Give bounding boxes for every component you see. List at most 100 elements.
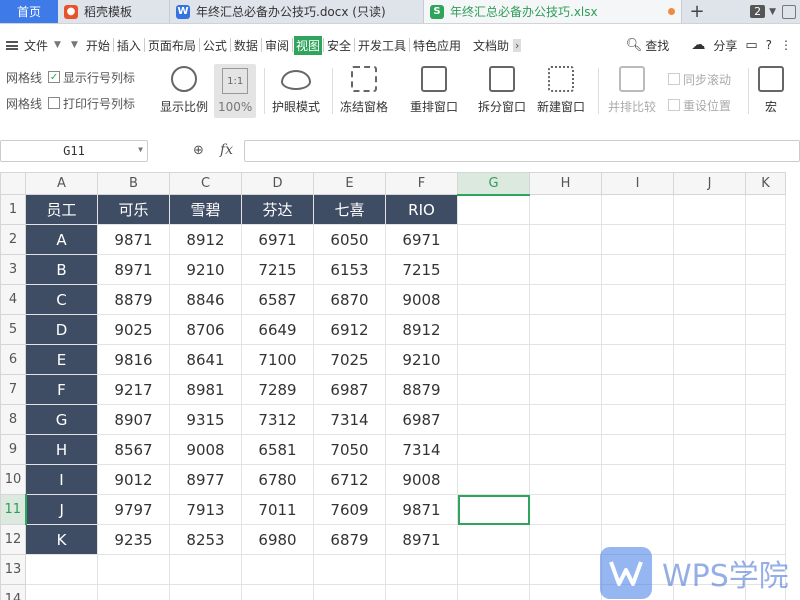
row-header[interactable]: 12 xyxy=(0,524,26,555)
table-cell[interactable]: 6870 xyxy=(313,284,386,315)
empty-cell[interactable] xyxy=(601,194,674,225)
help-button[interactable]: ? xyxy=(766,38,772,52)
sync-scroll-button[interactable]: 同步滚动 xyxy=(668,70,731,88)
formula-input[interactable] xyxy=(244,140,800,162)
menu-view[interactable]: 视图 xyxy=(293,35,322,55)
window-restore-icon[interactable] xyxy=(782,4,796,19)
table-header-cell[interactable]: 七喜 xyxy=(313,194,386,225)
table-cell[interactable]: 6987 xyxy=(385,404,458,435)
row-header[interactable]: 6 xyxy=(0,344,26,375)
empty-cell[interactable] xyxy=(385,584,458,600)
empty-cell[interactable] xyxy=(601,254,674,285)
column-header[interactable]: B xyxy=(97,172,170,195)
empty-cell[interactable] xyxy=(601,404,674,435)
table-header-cell[interactable]: RIO xyxy=(385,194,458,225)
empty-cell[interactable] xyxy=(601,434,674,465)
menu-formulas[interactable]: 公式 xyxy=(201,37,229,54)
empty-cell[interactable] xyxy=(673,314,746,345)
table-header-cell[interactable]: 员工 xyxy=(25,194,98,225)
column-header[interactable]: I xyxy=(601,172,674,195)
table-cell[interactable]: 9871 xyxy=(385,494,458,525)
table-cell[interactable]: 7050 xyxy=(313,434,386,465)
empty-cell[interactable] xyxy=(745,494,786,525)
empty-cell[interactable] xyxy=(529,374,602,405)
row-header[interactable]: 1 xyxy=(0,194,26,225)
window-count[interactable]: 2 ▼ xyxy=(750,0,800,23)
empty-cell[interactable] xyxy=(457,584,530,600)
empty-cell[interactable] xyxy=(457,194,530,225)
table-cell[interactable]: 9797 xyxy=(97,494,170,525)
row-header[interactable]: 11 xyxy=(0,494,27,525)
split-window-button[interactable]: 拆分窗口 xyxy=(478,66,526,115)
empty-cell[interactable] xyxy=(529,224,602,255)
table-cell[interactable]: 8907 xyxy=(97,404,170,435)
table-cell[interactable]: 9816 xyxy=(97,344,170,375)
empty-cell[interactable] xyxy=(673,254,746,285)
table-header-cell[interactable]: 芬达 xyxy=(241,194,314,225)
empty-cell[interactable] xyxy=(673,494,746,525)
empty-cell[interactable] xyxy=(457,554,530,585)
search-button[interactable]: 🔍︎ 查找 xyxy=(626,37,670,54)
table-cell[interactable]: 8253 xyxy=(169,524,242,555)
print-check-row[interactable]: 网格线 打印行号列标 xyxy=(0,94,150,112)
table-cell[interactable]: 7100 xyxy=(241,344,314,375)
empty-cell[interactable] xyxy=(457,284,530,315)
row-header[interactable]: 4 xyxy=(0,284,26,315)
share-button[interactable]: 分享 xyxy=(713,37,737,54)
table-cell[interactable]: 7609 xyxy=(313,494,386,525)
menu-home[interactable]: 开始 xyxy=(84,37,112,54)
menu-security[interactable]: 安全 xyxy=(325,37,353,54)
table-cell[interactable]: 8977 xyxy=(169,464,242,495)
employee-cell[interactable]: F xyxy=(25,374,98,405)
zoom-ratio-button[interactable]: 显示比例 xyxy=(160,66,208,115)
employee-cell[interactable]: G xyxy=(25,404,98,435)
new-window-button[interactable]: 新建窗口 xyxy=(537,66,585,115)
empty-cell[interactable] xyxy=(457,314,530,345)
empty-cell[interactable] xyxy=(529,434,602,465)
row-header[interactable]: 10 xyxy=(0,464,26,495)
table-cell[interactable]: 9315 xyxy=(169,404,242,435)
column-header[interactable]: J xyxy=(673,172,746,195)
table-cell[interactable]: 9008 xyxy=(169,434,242,465)
empty-cell[interactable] xyxy=(529,584,602,600)
employee-cell[interactable]: K xyxy=(25,524,98,555)
table-cell[interactable]: 6050 xyxy=(313,224,386,255)
empty-cell[interactable] xyxy=(673,404,746,435)
empty-cell[interactable] xyxy=(529,554,602,585)
table-cell[interactable]: 9235 xyxy=(97,524,170,555)
empty-cell[interactable] xyxy=(97,584,170,600)
empty-cell[interactable] xyxy=(529,404,602,435)
select-all-corner[interactable] xyxy=(0,172,26,195)
empty-cell[interactable] xyxy=(529,494,602,525)
table-cell[interactable]: 9025 xyxy=(97,314,170,345)
table-cell[interactable]: 7312 xyxy=(241,404,314,435)
table-cell[interactable]: 7215 xyxy=(241,254,314,285)
empty-cell[interactable] xyxy=(673,284,746,315)
side-by-side-button[interactable]: 并排比较 xyxy=(608,66,656,115)
table-cell[interactable]: 9008 xyxy=(385,464,458,495)
column-header-selected[interactable]: G xyxy=(457,172,530,196)
table-cell[interactable]: 6649 xyxy=(241,314,314,345)
empty-cell[interactable] xyxy=(169,584,242,600)
table-cell[interactable]: 6780 xyxy=(241,464,314,495)
menu-review[interactable]: 审阅 xyxy=(263,37,291,54)
column-header[interactable]: H xyxy=(529,172,602,195)
row-header[interactable]: 8 xyxy=(0,404,26,435)
table-cell[interactable]: 6971 xyxy=(241,224,314,255)
empty-cell[interactable] xyxy=(241,554,314,585)
table-cell[interactable]: 6712 xyxy=(313,464,386,495)
empty-cell[interactable] xyxy=(529,194,602,225)
table-cell[interactable]: 9217 xyxy=(97,374,170,405)
empty-cell[interactable] xyxy=(673,374,746,405)
table-cell[interactable]: 8971 xyxy=(385,524,458,555)
empty-cell[interactable] xyxy=(457,224,530,255)
empty-cell[interactable] xyxy=(457,374,530,405)
employee-cell[interactable]: E xyxy=(25,344,98,375)
reset-position-button[interactable]: 重设位置 xyxy=(668,96,731,114)
empty-cell[interactable] xyxy=(745,314,786,345)
table-cell[interactable]: 8912 xyxy=(385,314,458,345)
empty-cell[interactable] xyxy=(601,494,674,525)
comment-icon[interactable]: ▭ xyxy=(745,38,757,53)
empty-cell[interactable] xyxy=(745,464,786,495)
show-headers-checkbox[interactable]: ✓ xyxy=(48,71,61,83)
